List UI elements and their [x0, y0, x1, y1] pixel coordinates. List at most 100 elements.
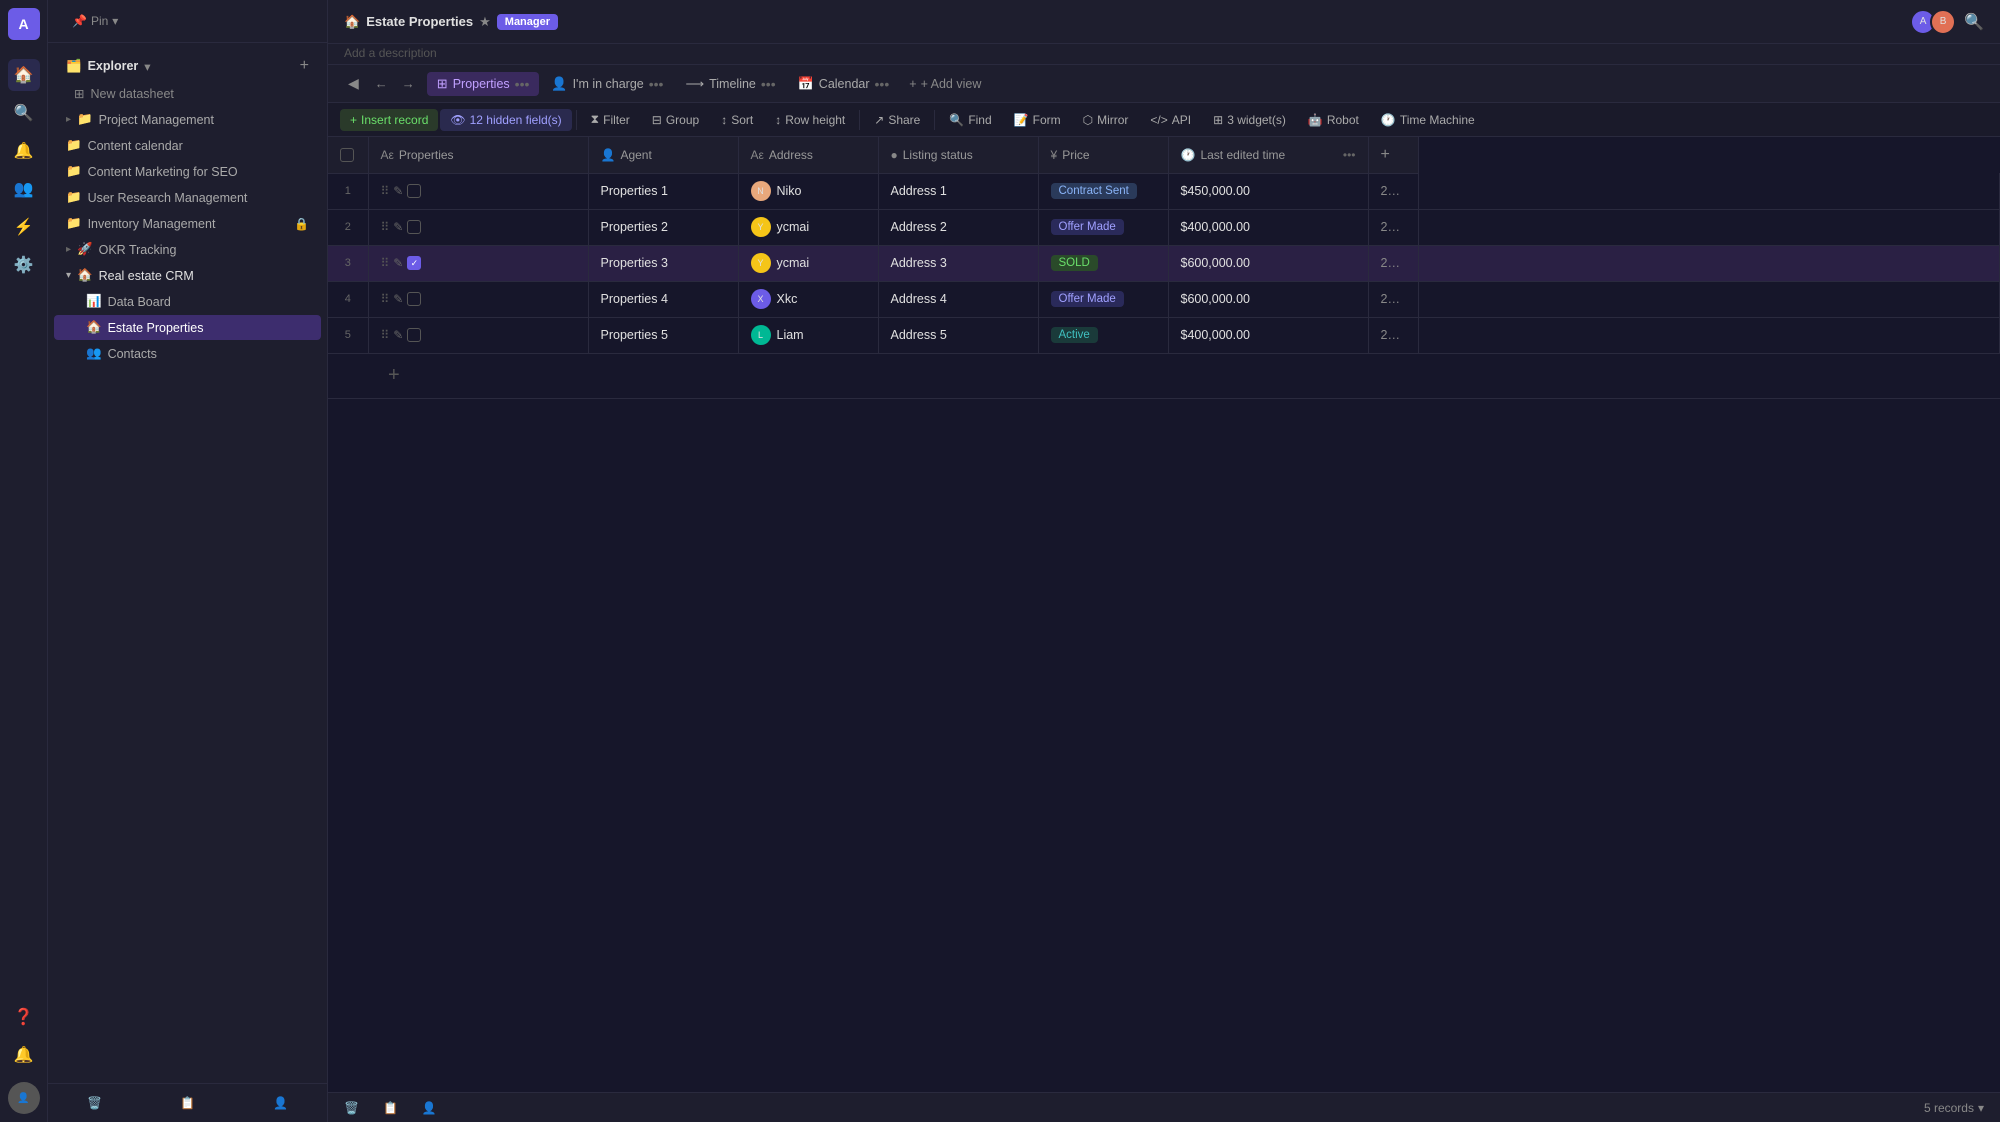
row-edit-icon-4[interactable]: ✎	[393, 292, 403, 306]
templates-button[interactable]: 📋	[172, 1092, 203, 1114]
trash-statusbar-button[interactable]: 🗑️	[344, 1101, 359, 1115]
row-2-properties[interactable]: Properties 2	[588, 209, 738, 245]
row-5-status[interactable]: Active	[1038, 317, 1168, 353]
timeline-tab-more-icon[interactable]: •••	[761, 76, 776, 92]
row-4-price[interactable]: $600,000.00	[1168, 281, 1368, 317]
row-3-address[interactable]: Address 3	[878, 245, 1038, 281]
table-row[interactable]: 4 ⠿ ✎ Properties 4 X Xkc	[328, 281, 2000, 317]
add-view-button[interactable]: + + Add view	[901, 73, 989, 95]
row-edit-icon-1[interactable]: ✎	[393, 184, 403, 198]
filter-button[interactable]: ⧗ Filter	[581, 108, 640, 131]
widgets-button[interactable]: ⊞ 3 widget(s)	[1203, 109, 1296, 131]
table-row[interactable]: 1 ⠿ ✎ Properties 1 N Niko	[328, 173, 2000, 209]
row-height-button[interactable]: ↕ Row height	[765, 109, 855, 131]
sidebar-item-project-management[interactable]: ▸ 📁 Project Management	[54, 107, 321, 132]
row-4-agent[interactable]: X Xkc	[738, 281, 878, 317]
row-edit-icon-3[interactable]: ✎	[393, 256, 403, 270]
nav-notifications2[interactable]: 🔔	[8, 1039, 40, 1071]
table-row[interactable]: 3 ⠿ ✎ Properties 3 Y ycmai	[328, 245, 2000, 281]
row-4-properties[interactable]: Properties 4	[588, 281, 738, 317]
nav-search[interactable]: 🔍	[8, 97, 40, 129]
add-row-button[interactable]: +	[388, 358, 400, 394]
properties-tab-more-icon[interactable]: •••	[515, 76, 530, 92]
nav-notifications[interactable]: 🔔	[8, 135, 40, 167]
nav-help[interactable]: ❓	[8, 1001, 40, 1033]
nav-integrations[interactable]: ⚡	[8, 211, 40, 243]
nav-members[interactable]: 👥	[8, 173, 40, 205]
row-2-address[interactable]: Address 2	[878, 209, 1038, 245]
drag-handle-4[interactable]: ⠿	[381, 292, 390, 306]
drag-handle-1[interactable]: ⠿	[381, 184, 390, 198]
group-button[interactable]: ⊟ Group	[642, 109, 709, 131]
row-checkbox-3[interactable]	[407, 256, 421, 270]
tab-timeline[interactable]: ⟶ Timeline •••	[675, 72, 785, 96]
share-button[interactable]: ↗ Share	[864, 109, 930, 131]
row-5-agent[interactable]: L Liam	[738, 317, 878, 353]
hidden-fields-button[interactable]: 👁 12 hidden field(s)	[440, 109, 571, 131]
row-2-last-edited[interactable]: 2022/10/25 05:29 pm	[1368, 209, 1418, 245]
insert-record-button[interactable]: + Insert record	[340, 109, 438, 131]
api-button[interactable]: </> API	[1140, 109, 1201, 131]
app-avatar[interactable]: A	[8, 8, 40, 40]
nav-forward-button[interactable]: →	[396, 73, 421, 94]
pin-section[interactable]: 📌 Pin ▾	[60, 8, 130, 34]
th-last-edited[interactable]: 🕐 Last edited time •••	[1168, 137, 1368, 173]
table-row[interactable]: 2 ⠿ ✎ Properties 2 Y ycmai	[328, 209, 2000, 245]
row-checkbox-5[interactable]	[407, 328, 421, 342]
sidebar-new-datasheet[interactable]: ⊞ New datasheet	[54, 81, 321, 106]
row-2-status[interactable]: Offer Made	[1038, 209, 1168, 245]
find-button[interactable]: 🔍 Find	[939, 109, 1001, 131]
th-agent[interactable]: 👤 Agent	[588, 137, 738, 173]
sidebar-explorer[interactable]: 🗂️ Explorer ▾ +	[54, 52, 321, 80]
row-edit-icon-2[interactable]: ✎	[393, 220, 403, 234]
description-text[interactable]: Add a description	[344, 46, 437, 60]
sidebar-item-data-board[interactable]: 📊 Data Board	[54, 289, 321, 314]
sidebar-item-estate-properties[interactable]: 🏠 Estate Properties	[54, 315, 321, 340]
sidebar-item-user-research[interactable]: 📁 User Research Management	[54, 185, 321, 210]
row-3-price[interactable]: $600,000.00	[1168, 245, 1368, 281]
row-5-properties[interactable]: Properties 5	[588, 317, 738, 353]
sidebar-item-okr-tracking[interactable]: ▸ 🚀 OKR Tracking	[54, 237, 321, 262]
col-more-icon[interactable]: •••	[1343, 148, 1356, 162]
member-statusbar-button[interactable]: 👤	[422, 1101, 437, 1115]
invite-button[interactable]: 👤	[265, 1092, 296, 1114]
table-row[interactable]: 5 ⠿ ✎ Properties 5 L Liam	[328, 317, 2000, 353]
row-1-address[interactable]: Address 1	[878, 173, 1038, 209]
row-5-address[interactable]: Address 5	[878, 317, 1038, 353]
row-5-price[interactable]: $400,000.00	[1168, 317, 1368, 353]
sidebar-item-real-estate[interactable]: ▾ 🏠 Real estate CRM	[54, 263, 321, 288]
nav-back-button[interactable]: ←	[369, 73, 394, 94]
row-checkbox-1[interactable]	[407, 184, 421, 198]
row-edit-icon-5[interactable]: ✎	[393, 328, 403, 342]
tab-calendar[interactable]: 📅 Calendar •••	[788, 72, 900, 96]
row-4-status[interactable]: Offer Made	[1038, 281, 1168, 317]
records-count[interactable]: 5 records ▾	[1924, 1101, 1984, 1115]
row-1-properties[interactable]: Properties 1	[588, 173, 738, 209]
add-node-button[interactable]: +	[300, 57, 309, 75]
nav-settings[interactable]: ⚙️	[8, 249, 40, 281]
row-1-status[interactable]: Contract Sent	[1038, 173, 1168, 209]
sidebar-item-inventory-management[interactable]: 📁 Inventory Management 🔒	[54, 211, 321, 236]
th-checkbox[interactable]	[328, 137, 368, 173]
row-1-agent[interactable]: N Niko	[738, 173, 878, 209]
th-add-column[interactable]: +	[1368, 137, 1418, 173]
mirror-button[interactable]: ⬡ Mirror	[1073, 109, 1139, 131]
calendar-tab-more-icon[interactable]: •••	[875, 76, 890, 92]
tab-in-charge[interactable]: 👤 I'm in charge •••	[541, 72, 673, 96]
th-address[interactable]: Aε Address	[738, 137, 878, 173]
time-machine-button[interactable]: 🕐 Time Machine	[1371, 109, 1485, 131]
trash-button[interactable]: 🗑️	[79, 1092, 110, 1114]
row-3-status[interactable]: SOLD	[1038, 245, 1168, 281]
sidebar-item-content-calendar[interactable]: 📁 Content calendar	[54, 133, 321, 158]
row-1-last-edited[interactable]: 2022/10/25 05:29 pm	[1368, 173, 1418, 209]
template-statusbar-button[interactable]: 📋	[383, 1101, 398, 1115]
nav-home[interactable]: 🏠	[8, 59, 40, 91]
in-charge-tab-more-icon[interactable]: •••	[649, 76, 664, 92]
robot-button[interactable]: 🤖 Robot	[1298, 109, 1369, 131]
row-3-last-edited[interactable]: 2022/10/25 05:35 pm	[1368, 245, 1418, 281]
topbar-search-icon[interactable]: 🔍	[1964, 12, 1984, 32]
row-3-properties[interactable]: Properties 3	[588, 245, 738, 281]
row-checkbox-2[interactable]	[407, 220, 421, 234]
header-checkbox[interactable]	[340, 148, 354, 162]
row-5-last-edited[interactable]: 2022/11/08 03:51 pm	[1368, 317, 1418, 353]
